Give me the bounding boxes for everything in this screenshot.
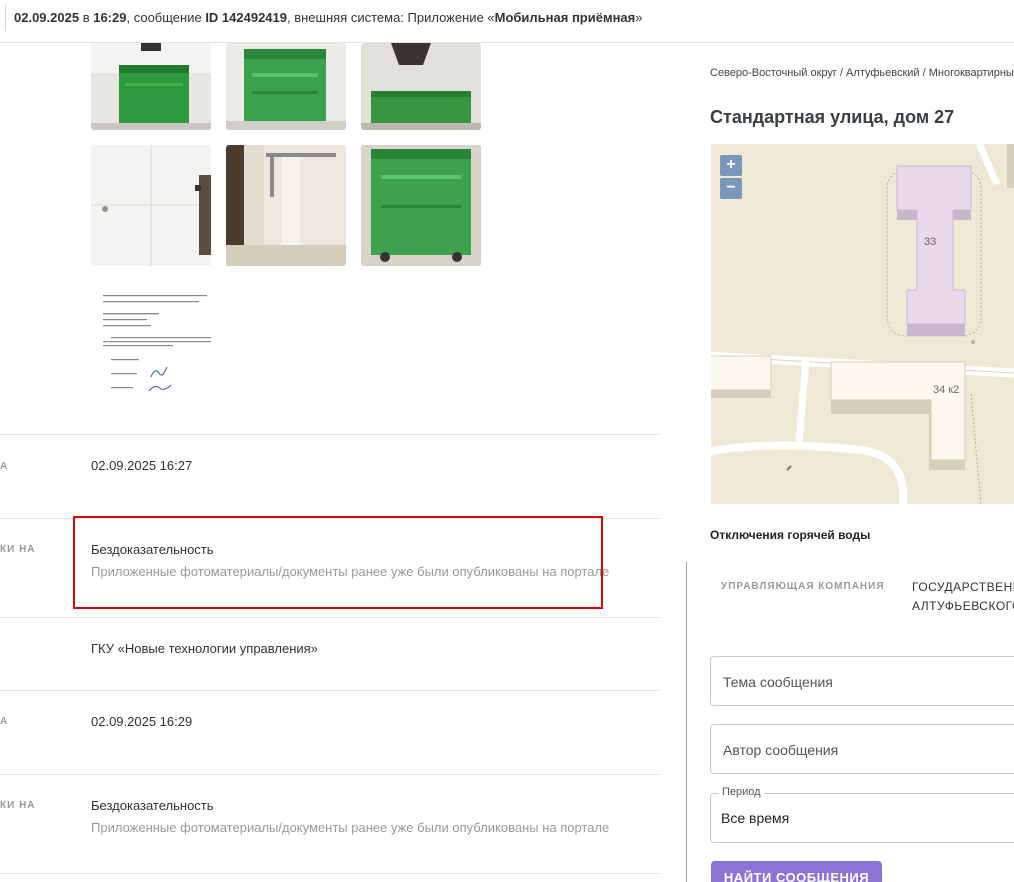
period-label: Период [719, 786, 764, 798]
document-thumbnail[interactable] [91, 283, 215, 405]
zoom-out-button[interactable]: − [720, 178, 742, 199]
divider [5, 5, 6, 31]
divider [0, 873, 660, 874]
zoom-in-button[interactable]: + [720, 155, 742, 176]
message-time: 16:29 [93, 10, 127, 25]
management-company-label: УПРАВЛЯЮЩАЯ КОМПАНИЯ [721, 581, 885, 592]
message-id: ID 142492419 [205, 10, 287, 25]
rejection-reason: Бездоказательность [91, 798, 214, 813]
period-select[interactable]: Период Все время [710, 786, 1014, 843]
history-label: А [0, 461, 9, 472]
breadcrumb[interactable]: Северо-Восточный округ / Алтуфьевский / … [710, 67, 1014, 79]
photo-thumbnail[interactable] [91, 145, 211, 266]
organization-name: ГКУ «Новые технологии управления» [91, 641, 318, 656]
highlight-box [73, 516, 603, 609]
photo-thumbnail[interactable] [91, 43, 211, 130]
author-field [710, 724, 1014, 775]
hot-water-outages-title: Отключения горячей воды [710, 528, 871, 542]
history-date: 02.09.2025 16:27 [91, 458, 193, 473]
map[interactable]: + − 33 34 к2 [711, 144, 1014, 504]
building-label: 34 к2 [933, 384, 960, 396]
divider [0, 434, 660, 435]
author-input[interactable] [721, 725, 1014, 775]
topic-field [710, 656, 1014, 707]
management-company-name: ГОСУДАРСТВЕННОЕ [912, 580, 1014, 594]
meta-text: » [635, 10, 643, 25]
building-label: 33 [924, 236, 937, 248]
period-value: Все время [721, 810, 790, 826]
topic-input[interactable] [721, 657, 1014, 707]
meta-text: в [79, 10, 94, 25]
message-meta: 02.09.2025 в 16:29, сообщение ID 1424924… [14, 10, 642, 25]
photo-thumbnail[interactable] [361, 145, 481, 266]
address-sidebar: Северо-Восточный округ / Алтуфьевский / … [690, 43, 1014, 882]
message-date: 02.09.2025 [14, 10, 80, 25]
history-label: А [0, 716, 9, 727]
message-header: 02.09.2025 в 16:29, сообщение ID 1424924… [0, 0, 1014, 43]
divider [0, 690, 660, 691]
divider [0, 617, 660, 618]
photo-thumbnail[interactable] [361, 43, 481, 130]
address-title: Стандартная улица, дом 27 [710, 107, 955, 127]
history-label: КИ НА [0, 544, 36, 555]
photo-thumbnail[interactable] [226, 145, 346, 266]
history-label: КИ НА [0, 800, 36, 811]
meta-text: , внешняя система: Приложение « [287, 10, 495, 25]
history-date: 02.09.2025 16:29 [91, 714, 193, 729]
external-system-name: Мобильная приёмная [494, 10, 636, 25]
divider [0, 774, 660, 775]
find-messages-button[interactable]: НАЙТИ СООБЩЕНИЯ [711, 861, 882, 882]
rejection-details: Приложенные фотоматериалы/документы ране… [91, 820, 610, 835]
meta-text: , сообщение [126, 10, 206, 25]
scrollbar-track[interactable] [686, 562, 687, 882]
photo-thumbnail[interactable] [226, 43, 346, 130]
management-company-name: АЛТУФЬЕВСКОГО РАЙОНА [912, 599, 1014, 613]
